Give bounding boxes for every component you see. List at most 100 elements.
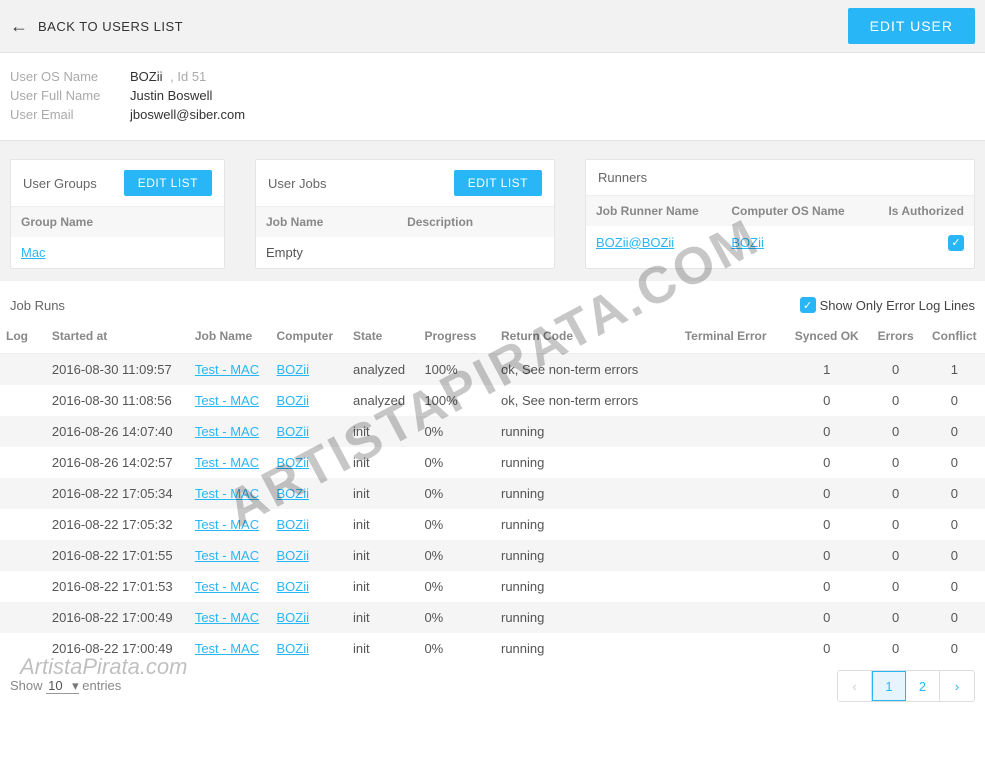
- computer-link-a[interactable]: BOZii: [276, 641, 309, 656]
- computer-link[interactable]: BOZii: [270, 540, 347, 571]
- errors-cell: 0: [868, 385, 924, 416]
- table-row[interactable]: 2016-08-26 14:07:40Test - MACBOZiiinit0%…: [0, 416, 985, 447]
- col-terminal-error[interactable]: Terminal Error: [679, 319, 786, 354]
- computer-link-a[interactable]: BOZii: [276, 579, 309, 594]
- table-row[interactable]: 2016-08-22 17:01:55Test - MACBOZiiinit0%…: [0, 540, 985, 571]
- errors-cell: 0: [868, 354, 924, 386]
- page-2-button[interactable]: 2: [906, 671, 940, 701]
- col-synced-ok[interactable]: Synced OK: [786, 319, 868, 354]
- started-cell: 2016-08-22 17:01:53: [46, 571, 189, 602]
- computer-link-a[interactable]: BOZii: [276, 362, 309, 377]
- page-1-button[interactable]: 1: [872, 671, 906, 701]
- table-row[interactable]: 2016-08-30 11:09:57Test - MACBOZiianalyz…: [0, 354, 985, 386]
- user-jobs-panel: User Jobs EDIT LIST Job Name Description…: [255, 159, 555, 269]
- runner-auth-header[interactable]: Is Authorized: [869, 196, 974, 227]
- job-link-a[interactable]: Test - MAC: [195, 424, 259, 439]
- terminal-error-cell: [679, 478, 786, 509]
- group-name-header[interactable]: Group Name: [11, 207, 224, 238]
- job-link[interactable]: Test - MAC: [189, 447, 271, 478]
- checkbox-checked-icon[interactable]: ✓: [948, 235, 964, 251]
- col-started[interactable]: Started at: [46, 319, 189, 354]
- topbar: ← BACK TO USERS LIST EDIT USER: [0, 0, 985, 53]
- back-link[interactable]: ← BACK TO USERS LIST: [10, 16, 183, 37]
- col-errors[interactable]: Errors: [868, 319, 924, 354]
- runner-link[interactable]: BOZii@BOZii: [596, 235, 674, 250]
- runner-os-header[interactable]: Computer OS Name: [721, 196, 868, 227]
- table-row[interactable]: 2016-08-26 14:02:57Test - MACBOZiiinit0%…: [0, 447, 985, 478]
- computer-link-a[interactable]: BOZii: [276, 548, 309, 563]
- job-link-a[interactable]: Test - MAC: [195, 517, 259, 532]
- job-link-a[interactable]: Test - MAC: [195, 610, 259, 625]
- page-prev-button[interactable]: ‹: [838, 671, 872, 701]
- col-job[interactable]: Job Name: [189, 319, 271, 354]
- terminal-error-cell: [679, 447, 786, 478]
- computer-link[interactable]: BOZii: [270, 385, 347, 416]
- col-conflict[interactable]: Conflict: [924, 319, 985, 354]
- job-link[interactable]: Test - MAC: [189, 571, 271, 602]
- progress-cell: 0%: [418, 447, 495, 478]
- job-link[interactable]: Test - MAC: [189, 602, 271, 633]
- entries-select[interactable]: 10: [46, 678, 78, 694]
- table-row: BOZii@BOZii BOZii ✓: [586, 226, 974, 259]
- job-link-a[interactable]: Test - MAC: [195, 579, 259, 594]
- computer-link[interactable]: BOZii: [270, 354, 347, 386]
- col-log[interactable]: Log: [0, 319, 46, 354]
- job-runs-title: Job Runs: [10, 298, 65, 313]
- col-return-code[interactable]: Return Code: [495, 319, 679, 354]
- col-state[interactable]: State: [347, 319, 418, 354]
- computer-link-a[interactable]: BOZii: [276, 424, 309, 439]
- synced-cell: 0: [786, 571, 868, 602]
- user-email-label: User Email: [10, 107, 130, 122]
- col-progress[interactable]: Progress: [418, 319, 495, 354]
- job-link-a[interactable]: Test - MAC: [195, 548, 259, 563]
- computer-link[interactable]: BOZii: [270, 447, 347, 478]
- table-row[interactable]: 2016-08-22 17:05:32Test - MACBOZiiinit0%…: [0, 509, 985, 540]
- job-link-a[interactable]: Test - MAC: [195, 393, 259, 408]
- computer-link-a[interactable]: BOZii: [276, 455, 309, 470]
- errors-cell: 0: [868, 602, 924, 633]
- conflict-cell: 0: [924, 385, 985, 416]
- job-name-cell: Empty: [256, 237, 397, 268]
- col-computer[interactable]: Computer: [270, 319, 347, 354]
- computer-link-a[interactable]: BOZii: [276, 393, 309, 408]
- job-link[interactable]: Test - MAC: [189, 385, 271, 416]
- runner-os-link[interactable]: BOZii: [731, 235, 764, 250]
- computer-link-a[interactable]: BOZii: [276, 517, 309, 532]
- table-row[interactable]: 2016-08-22 17:05:34Test - MACBOZiiinit0%…: [0, 478, 985, 509]
- job-link-a[interactable]: Test - MAC: [195, 455, 259, 470]
- show-only-errors-toggle[interactable]: ✓ Show Only Error Log Lines: [800, 297, 975, 313]
- job-link-a[interactable]: Test - MAC: [195, 486, 259, 501]
- computer-link[interactable]: BOZii: [270, 571, 347, 602]
- synced-cell: 0: [786, 540, 868, 571]
- computer-link[interactable]: BOZii: [270, 509, 347, 540]
- job-link[interactable]: Test - MAC: [189, 416, 271, 447]
- job-link-a[interactable]: Test - MAC: [195, 362, 259, 377]
- table-row[interactable]: 2016-08-30 11:08:56Test - MACBOZiianalyz…: [0, 385, 985, 416]
- job-link-a[interactable]: Test - MAC: [195, 641, 259, 656]
- synced-cell: 1: [786, 354, 868, 386]
- jobs-edit-list-button[interactable]: EDIT LIST: [454, 170, 542, 196]
- page-next-button[interactable]: ›: [940, 671, 974, 701]
- table-row[interactable]: 2016-08-22 17:01:53Test - MACBOZiiinit0%…: [0, 571, 985, 602]
- job-link[interactable]: Test - MAC: [189, 354, 271, 386]
- computer-link-a[interactable]: BOZii: [276, 610, 309, 625]
- job-link[interactable]: Test - MAC: [189, 509, 271, 540]
- groups-edit-list-button[interactable]: EDIT LIST: [124, 170, 212, 196]
- job-link[interactable]: Test - MAC: [189, 478, 271, 509]
- job-desc-header[interactable]: Description: [397, 207, 554, 238]
- edit-user-button[interactable]: EDIT USER: [848, 8, 975, 44]
- back-arrow-icon: ←: [10, 16, 28, 37]
- table-row[interactable]: 2016-08-22 17:00:49Test - MACBOZiiinit0%…: [0, 602, 985, 633]
- runner-name-header[interactable]: Job Runner Name: [586, 196, 721, 227]
- computer-link-a[interactable]: BOZii: [276, 486, 309, 501]
- computer-link[interactable]: BOZii: [270, 416, 347, 447]
- state-cell: init: [347, 416, 418, 447]
- computer-link[interactable]: BOZii: [270, 478, 347, 509]
- synced-cell: 0: [786, 385, 868, 416]
- computer-link[interactable]: BOZii: [270, 602, 347, 633]
- return-code-cell: running: [495, 478, 679, 509]
- job-link[interactable]: Test - MAC: [189, 540, 271, 571]
- group-link[interactable]: Mac: [21, 245, 46, 260]
- log-cell: [0, 540, 46, 571]
- job-name-header[interactable]: Job Name: [256, 207, 397, 238]
